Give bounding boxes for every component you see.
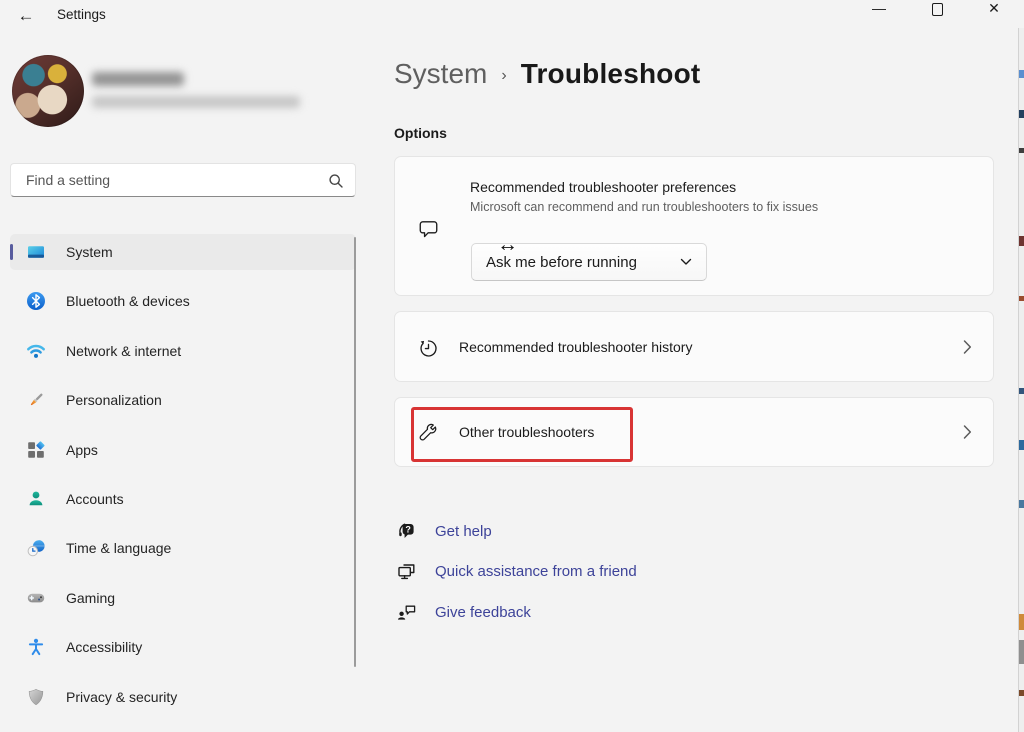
get-help-icon: ? xyxy=(396,521,417,542)
sidebar-item-label: Bluetooth & devices xyxy=(66,293,190,310)
back-button[interactable]: ← xyxy=(10,3,42,29)
accounts-icon xyxy=(26,489,46,509)
sidebar-item-personalization[interactable]: Personalization xyxy=(10,382,356,418)
sidebar-item-bluetooth-devices[interactable]: Bluetooth & devices xyxy=(10,283,356,319)
avatar[interactable] xyxy=(12,55,84,127)
sidebar-item-network-internet[interactable]: Network & internet xyxy=(10,333,356,369)
bluetooth-icon xyxy=(26,291,46,311)
remote-assistance-icon xyxy=(396,561,417,582)
sidebar-item-label: Personalization xyxy=(66,392,162,409)
chevron-right-icon xyxy=(963,425,972,439)
user-name-blurred xyxy=(92,72,184,86)
search-icon xyxy=(329,174,343,188)
sidebar-item-label: Privacy & security xyxy=(66,688,178,705)
section-label: Options xyxy=(394,125,447,141)
network-wifi-icon xyxy=(26,341,46,361)
chevron-down-icon xyxy=(680,258,692,265)
back-arrow-icon: ← xyxy=(17,6,35,25)
card-title: Recommended troubleshooter history xyxy=(459,338,693,355)
history-icon xyxy=(417,336,440,365)
give-feedback-link[interactable]: Give feedback xyxy=(396,601,637,623)
user-email-blurred xyxy=(92,96,300,108)
apps-icon xyxy=(26,440,46,460)
minimize-button[interactable]: — xyxy=(862,0,896,18)
link-label: Quick assistance from a friend xyxy=(435,563,637,580)
chevron-right-icon xyxy=(963,339,972,354)
card-other-troubleshooters[interactable]: Other troubleshooters xyxy=(394,397,994,467)
minimize-icon: — xyxy=(872,0,886,16)
search-input[interactable] xyxy=(26,172,321,188)
get-help-link[interactable]: ? Get help xyxy=(396,520,637,542)
sidebar-item-label: Time & language xyxy=(66,540,172,557)
card-recommended-troubleshooter-preferences: Recommended troubleshooter preferences M… xyxy=(394,156,994,296)
sidebar-item-time-language[interactable]: Time & language xyxy=(10,530,356,566)
maximize-button[interactable] xyxy=(920,0,954,18)
window-title: Settings xyxy=(57,7,106,22)
sidebar-item-system[interactable]: System xyxy=(10,234,356,270)
sidebar-item-label: Apps xyxy=(66,441,98,458)
mouse-cursor-horizontal-resize: ↔ xyxy=(497,233,518,256)
accessibility-icon xyxy=(26,637,46,657)
system-icon xyxy=(26,242,46,262)
quick-assistance-link[interactable]: Quick assistance from a friend xyxy=(396,561,637,583)
sidebar-nav: System Bluetooth & devices Network & int… xyxy=(10,234,356,728)
sidebar-item-label: Gaming xyxy=(66,589,116,606)
privacy-shield-icon xyxy=(26,687,46,707)
sidebar-item-privacy-security[interactable]: Privacy & security xyxy=(10,679,356,715)
link-label: Give feedback xyxy=(435,603,531,621)
sidebar-item-gaming[interactable]: Gaming xyxy=(10,580,356,616)
breadcrumb-separator-icon: › xyxy=(501,67,507,84)
sidebar-item-label: Network & internet xyxy=(66,342,182,359)
feedback-icon xyxy=(396,602,417,623)
time-language-icon xyxy=(26,538,46,558)
help-links: ? Get help Quick assistance from a frien… xyxy=(396,520,637,642)
close-button[interactable]: ✕ xyxy=(977,0,1011,18)
personalization-brush-icon xyxy=(26,390,46,410)
card-description: Microsoft can recommend and run troubles… xyxy=(470,200,819,214)
sidebar-item-label: Accessibility xyxy=(66,639,143,656)
sidebar-item-accounts[interactable]: Accounts xyxy=(10,481,356,517)
sidebar-item-apps[interactable]: Apps xyxy=(10,432,356,468)
sidebar-item-accessibility[interactable]: Accessibility xyxy=(10,629,356,665)
gaming-gamepad-icon xyxy=(26,588,46,608)
card-title: Recommended troubleshooter preferences xyxy=(470,179,737,195)
maximize-icon xyxy=(931,2,943,16)
close-icon: ✕ xyxy=(988,0,1000,16)
breadcrumb-parent[interactable]: System xyxy=(394,58,487,90)
sidebar-scrollbar[interactable] xyxy=(354,237,356,667)
comment-bubble-icon xyxy=(417,217,440,246)
svg-text:?: ? xyxy=(405,524,411,534)
sidebar-item-label: System xyxy=(66,244,113,260)
link-label: Get help xyxy=(435,522,492,540)
search-box[interactable] xyxy=(10,163,356,197)
breadcrumb: System › Troubleshoot xyxy=(394,58,700,90)
card-recommended-troubleshooter-history[interactable]: Recommended troubleshooter history xyxy=(394,311,994,382)
page-title: Troubleshoot xyxy=(520,58,701,89)
sidebar-item-label: Accounts xyxy=(66,490,124,507)
right-edge-artifact xyxy=(1018,28,1024,732)
highlight-box xyxy=(411,407,633,462)
